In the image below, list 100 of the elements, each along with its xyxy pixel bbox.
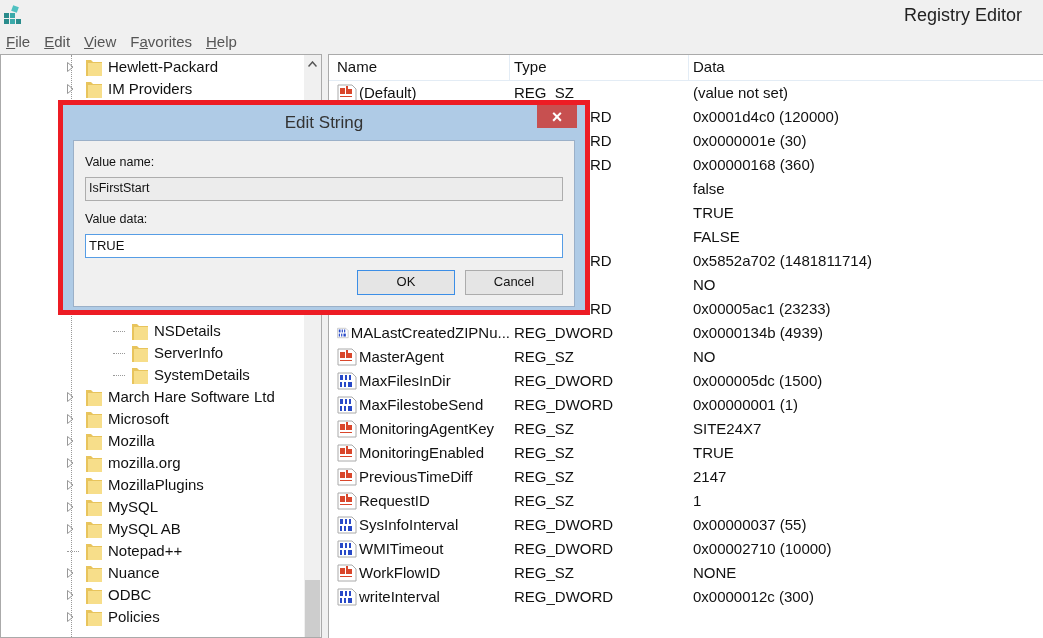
folder-icon [85,497,103,517]
value-name[interactable]: MaxFilesInDir [359,369,451,393]
string-value-icon [337,348,357,366]
folder-icon [131,365,149,385]
folder-icon [85,563,103,583]
tree-item[interactable]: mozilla.org [108,451,181,475]
value-data-field[interactable]: TRUE [85,233,563,258]
value-name[interactable]: WorkFlowID [359,561,441,585]
expand-arrow-icon[interactable] [67,392,74,402]
tree-item[interactable]: March Hare Software Ltd [108,385,275,409]
value-name[interactable]: MonitoringAgentKey [359,417,495,441]
registry-cubes-icon [3,5,23,25]
value-name[interactable]: SysInfoInterval [359,513,459,537]
value-name-label: Value name: [85,154,156,171]
string-value-icon [337,492,357,510]
cancel-button[interactable]: Cancel [465,269,563,295]
scrollbar-thumb[interactable] [305,580,320,637]
value-type: REG_DWORD [514,539,614,557]
tree-item[interactable]: Mozilla [108,429,155,453]
tree-item[interactable]: MozillaPlugins [108,473,204,497]
value-data: 0x0000001e (30) [693,131,807,149]
value-data: FALSE [693,227,740,245]
expand-arrow-icon[interactable] [67,590,74,600]
expand-arrow-icon[interactable] [67,502,74,512]
value-data: NO [693,275,716,293]
string-value-icon [337,564,357,582]
value-name-field: IsFirstStart [85,176,563,201]
tree-item[interactable]: MySQL [108,495,158,519]
string-value-icon [337,420,357,438]
tree-item[interactable]: SystemDetails [154,363,250,387]
tree-item[interactable]: NSDetails [154,319,221,343]
expand-arrow-icon[interactable] [67,414,74,424]
tree-item[interactable]: ODBC [108,583,152,607]
expand-arrow-icon[interactable] [67,62,74,72]
value-type: RD [590,106,612,127]
expand-arrow-icon[interactable] [67,84,74,94]
menu-item[interactable]: File [6,30,31,54]
value-data: 0x5852a702 (1481811714) [693,251,873,269]
expand-arrow-icon[interactable] [67,480,74,490]
window-title: Registry Editor [903,3,1022,27]
tree-item[interactable]: IM Providers [108,77,193,101]
value-type: REG_DWORD [514,395,614,413]
value-name[interactable]: RequestID [359,489,430,513]
column-header[interactable]: Type [510,55,689,80]
column-header[interactable]: Data [689,55,1043,80]
value-name[interactable]: MALastCreatedZIPNu... [350,321,510,345]
value-type: REG_SZ [514,563,574,581]
tree-item[interactable]: Microsoft [108,407,169,431]
string-value-icon [337,468,357,486]
value-type: REG_DWORD [514,515,614,533]
value-type: RD [590,298,612,319]
value-name[interactable]: writeInterval [359,585,440,609]
expand-arrow-icon[interactable] [67,524,74,534]
menu-item[interactable]: Help [206,30,237,54]
value-data: 0x0000134b (4939) [693,323,824,341]
string-value-icon [337,444,357,462]
binary-value-icon [337,516,357,534]
value-type: REG_DWORD [514,371,614,389]
tree-item[interactable]: MySQL AB [108,517,181,541]
menu-item[interactable]: Edit [44,30,71,54]
folder-icon [85,453,103,473]
value-data: 0x00002710 (10000) [693,539,832,557]
column-header[interactable]: Name [329,55,510,80]
menu-item[interactable]: View [84,30,117,54]
value-data: 0x0001d4c0 (120000) [693,107,839,125]
value-type: RD [590,130,612,151]
folder-icon [131,321,149,341]
tree-item[interactable]: Notepad++ [108,539,183,563]
value-type: REG_SZ [514,347,574,365]
ok-button[interactable]: OK [357,269,455,295]
expand-arrow-icon[interactable] [67,458,74,468]
value-data-label: Value data: [85,210,149,228]
expand-arrow-icon[interactable] [67,436,74,446]
value-name[interactable]: WMITimeout [359,537,444,561]
folder-icon [85,57,103,77]
expand-arrow-icon[interactable] [67,568,74,578]
value-name[interactable]: MasterAgent [359,345,445,369]
tree-item[interactable]: Policies [108,605,160,629]
scroll-up-icon[interactable] [308,61,317,67]
expand-arrow-icon[interactable] [67,612,74,622]
tree-item[interactable]: ServerInfo [154,341,224,365]
value-data: 0x00000001 (1) [693,395,799,413]
value-data: 1 [693,491,702,509]
close-button[interactable]: × [537,105,577,128]
folder-icon [85,431,103,451]
tree-item[interactable]: Hewlett-Packard [108,55,219,79]
value-name[interactable]: (Default) [359,81,417,105]
tree-item[interactable]: Nuance [108,561,160,585]
folder-icon [85,475,103,495]
value-data: 0x000005dc (1500) [693,371,823,389]
value-name[interactable]: MaxFilestobeSend [359,393,484,417]
menu-item[interactable]: Favorites [130,30,192,54]
folder-icon [85,607,103,627]
value-type: REG_SZ [514,491,574,509]
value-data: 0x00005ac1 (23233) [693,299,831,317]
value-data: TRUE [693,203,734,221]
value-name[interactable]: PreviousTimeDiff [359,465,473,489]
value-data: 2147 [693,467,727,485]
value-name[interactable]: MonitoringEnabled [359,441,485,465]
folder-icon [85,585,103,605]
